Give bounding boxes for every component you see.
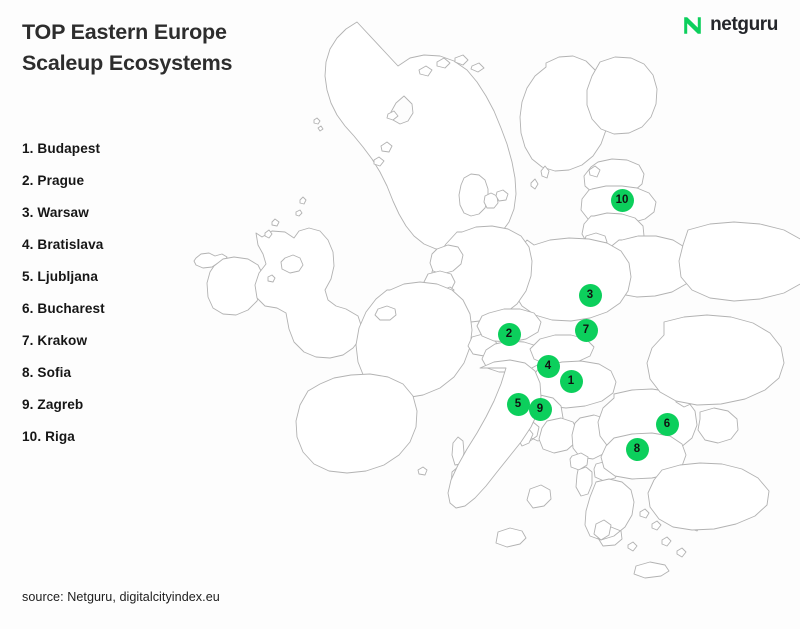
list-item: 2. Prague: [22, 173, 85, 188]
list-item: 9. Zagreb: [22, 397, 84, 412]
map-marker: 1: [559, 369, 583, 393]
netguru-n-icon: [682, 15, 703, 36]
map-marker: 3: [578, 283, 602, 307]
list-item: 4. Bratislava: [22, 237, 104, 252]
map-marker: 6: [655, 412, 679, 436]
map-marker: 10: [610, 188, 634, 212]
map-marker: 9: [528, 397, 552, 421]
source-note: source: Netguru, digitalcityindex.eu: [22, 590, 220, 604]
list-item: 3. Warsaw: [22, 205, 89, 220]
netguru-wordmark: netguru: [710, 14, 778, 35]
page-title: TOP Eastern Europe Scaleup Ecosystems: [22, 20, 233, 75]
city-ranking-list: 1. Budapest 2. Prague 3. Warsaw 4. Bratisla…: [22, 139, 105, 459]
map-marker: 8: [625, 437, 649, 461]
infographic-canvas: 1 2 3 4 5 6 7 8 9 10 TOP Eastern Europe Scaleup E…: [0, 0, 800, 629]
list-item: 1. Budapest: [22, 141, 101, 156]
list-item: 5. Ljubljana: [22, 269, 98, 284]
list-item: 10. Riga: [22, 429, 75, 444]
europe-map: [0, 0, 800, 629]
map-marker: 7: [574, 318, 598, 342]
netguru-logo: netguru: [682, 14, 778, 36]
map-country-outlines: [194, 22, 800, 578]
list-item: 7. Krakow: [22, 333, 88, 348]
map-marker: 4: [536, 354, 560, 378]
list-item: 6. Bucharest: [22, 301, 105, 316]
list-item: 8. Sofia: [22, 365, 72, 380]
map-marker: 2: [497, 322, 521, 346]
map-marker: 5: [506, 392, 530, 416]
